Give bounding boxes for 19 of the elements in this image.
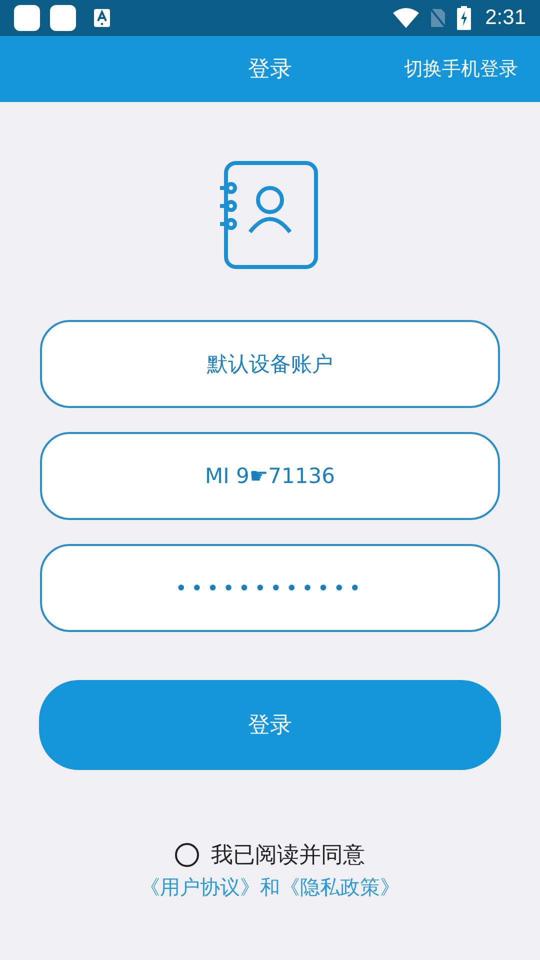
user-agreement-link[interactable]: 《用户协议》 [140, 874, 260, 901]
joiner-text: 和 [260, 874, 280, 901]
privacy-policy-link[interactable]: 《隐私政策》 [280, 874, 400, 901]
keyboard-icon [94, 9, 110, 27]
input-field[interactable]: 默认设备账户 [40, 320, 500, 408]
password-field[interactable]: •••••••••••• [40, 544, 500, 632]
notification-icon [50, 5, 76, 31]
battery-icon [457, 6, 472, 30]
login-button[interactable]: 登录 [39, 680, 501, 770]
agreement-text: 我已阅读并同意 [211, 842, 365, 870]
clock-time: 2:31 [485, 6, 526, 30]
page-title: 登录 [248, 56, 292, 84]
no-sim-icon [429, 7, 448, 29]
wifi-icon [393, 8, 420, 28]
switch-login-button[interactable]: 切换手机登录 [404, 52, 518, 86]
input-field[interactable]: MI 9☛71136 [40, 432, 500, 520]
contact-book-icon [220, 160, 320, 270]
agree-checkbox[interactable] [175, 843, 199, 867]
notification-icon [14, 5, 40, 31]
